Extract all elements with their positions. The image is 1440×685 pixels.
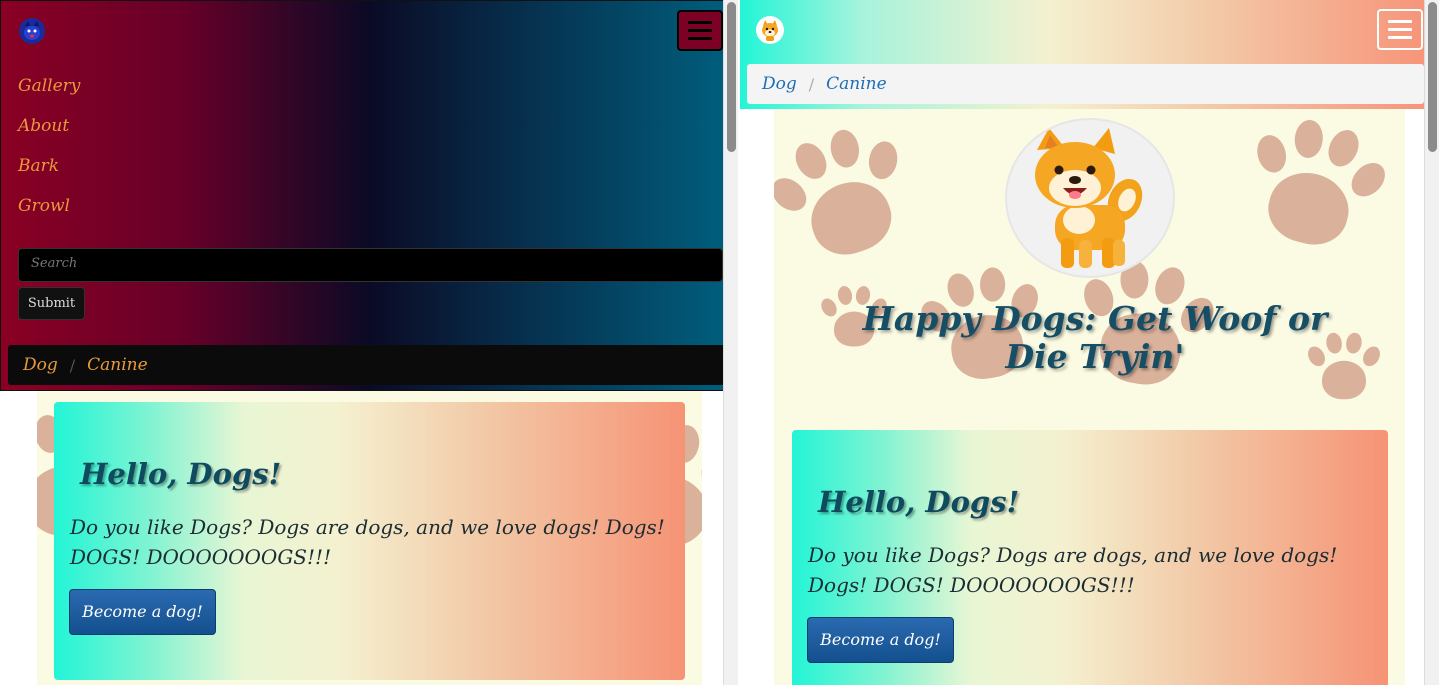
breadcrumb-separator: / (69, 355, 76, 375)
hamburger-menu-icon (688, 29, 712, 32)
nav-link-bark[interactable]: Bark (18, 156, 59, 176)
hamburger-menu-icon (1388, 20, 1412, 23)
nav-link-growl[interactable]: Growl (18, 196, 70, 216)
become-dog-button[interactable]: Become a dog! (807, 617, 954, 663)
breadcrumb-item-canine[interactable]: Canine (826, 74, 887, 94)
breadcrumb-separator: / (808, 74, 815, 94)
submit-button[interactable]: Submit (18, 287, 85, 320)
right-browser-pane: Happy Dogs: Get Woof or Die Tryin' Hello… (740, 0, 1440, 685)
hamburger-menu-icon (1388, 28, 1412, 31)
paw-print-decoration (774, 109, 934, 288)
navbar-toggler-button[interactable] (1377, 9, 1423, 50)
breadcrumb-item-dog[interactable]: Dog (762, 74, 797, 94)
jumbotron-text: Do you like Dogs? Dogs are dogs, and we … (70, 515, 665, 569)
jumbotron: Hello, Dogs! Do you like Dogs? Dogs are … (792, 430, 1388, 685)
hero-title: Happy Dogs: Get Woof or Die Tryin' (862, 299, 1328, 376)
navbar-toggler-button[interactable] (677, 10, 723, 51)
navbar-expanded: Gallery About Bark Growl Search Submit D… (0, 0, 738, 391)
scrollbar[interactable] (1424, 0, 1439, 685)
hamburger-menu-icon (688, 21, 712, 24)
shiba-dog-image (1005, 118, 1175, 278)
scrollbar[interactable] (723, 0, 738, 685)
breadcrumb: Dog / Canine (8, 345, 732, 385)
scrollbar-thumb[interactable] (727, 2, 736, 152)
jumbotron-title: Hello, Dogs! (818, 485, 1020, 519)
search-input[interactable]: Search (18, 248, 723, 282)
nav-link-about[interactable]: About (18, 116, 69, 136)
breadcrumb-item-canine[interactable]: Canine (87, 355, 148, 375)
become-dog-button[interactable]: Become a dog! (69, 589, 216, 635)
jumbotron-text: Do you like Dogs? Dogs are dogs, and we … (808, 543, 1338, 597)
scrollbar-thumb[interactable] (1428, 2, 1437, 152)
hamburger-menu-icon (688, 37, 712, 40)
nav-link-gallery[interactable]: Gallery (18, 76, 80, 96)
hamburger-menu-icon (1388, 36, 1412, 39)
shiba-logo-icon[interactable] (756, 16, 784, 44)
jumbotron-title: Hello, Dogs! (80, 457, 282, 491)
dog-logo-icon[interactable] (18, 17, 46, 45)
jumbotron: Hello, Dogs! Do you like Dogs? Dogs are … (54, 402, 685, 680)
left-browser-pane: Hello, Dogs! Do you like Dogs? Dogs are … (0, 0, 740, 685)
breadcrumb: Dog / Canine (747, 64, 1424, 104)
breadcrumb-item-dog[interactable]: Dog (23, 355, 58, 375)
navbar-collapsed: Dog / Canine (740, 0, 1424, 109)
paw-print-decoration (1228, 109, 1399, 275)
